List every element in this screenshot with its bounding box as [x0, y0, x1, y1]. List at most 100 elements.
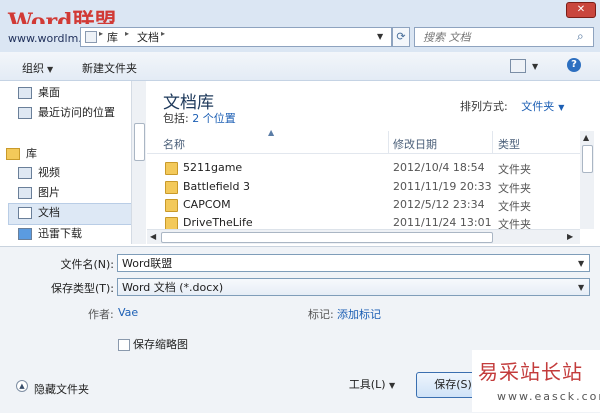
filetype-label: 保存类型(T):	[50, 282, 114, 295]
author-label: 作者:	[88, 308, 114, 321]
nav-item-recent[interactable]: 最近访问的位置	[18, 104, 115, 122]
search-box[interactable]: ⌕	[414, 27, 594, 47]
horizontal-scroll-thumb[interactable]	[161, 232, 493, 243]
view-options-icon[interactable]	[510, 59, 526, 73]
help-icon: ?	[571, 59, 577, 70]
video-icon	[18, 167, 32, 179]
scroll-right-icon[interactable]: ▶	[567, 232, 573, 241]
address-separator: ▸	[125, 29, 130, 38]
folder-icon	[165, 162, 178, 175]
scroll-left-icon[interactable]: ◀	[150, 232, 156, 241]
breadcrumb-documents[interactable]: 文档	[137, 29, 159, 45]
nav-label: 最近访问的位置	[38, 106, 115, 119]
file-date: 2011/11/24 13:01	[393, 216, 492, 229]
breadcrumb-library[interactable]: 库	[107, 29, 118, 45]
nav-item-libraries[interactable]: 库	[6, 145, 37, 163]
file-name: 5211game	[183, 161, 243, 174]
column-name[interactable]: 名称	[163, 136, 185, 152]
includes-label: 包括:	[163, 112, 189, 125]
nav-item-pictures[interactable]: 图片	[18, 184, 60, 202]
filename-field[interactable]: Word联盟 ▼	[117, 254, 590, 272]
address-separator: ▸	[161, 29, 166, 38]
new-folder-button[interactable]: 新建文件夹	[82, 60, 137, 76]
column-divider	[492, 131, 493, 153]
close-icon: ✕	[576, 4, 586, 15]
desktop-icon	[18, 87, 32, 99]
file-date: 2012/5/12 23:34	[393, 198, 485, 211]
close-button[interactable]: ✕	[566, 2, 596, 18]
folder-icon	[165, 181, 178, 194]
refresh-button[interactable]: ⟳	[392, 27, 410, 47]
filetype-select[interactable]: Word 文档 (*.docx) ▼	[117, 278, 590, 296]
file-row[interactable]: CAPCOM 2012/5/12 23:34 文件夹	[147, 197, 580, 214]
add-tags-link[interactable]: 添加标记	[337, 306, 381, 322]
filename-label: 文件名(N):	[60, 258, 114, 271]
file-name: CAPCOM	[183, 198, 231, 211]
organize-label: 组织	[22, 62, 44, 75]
column-divider	[388, 131, 389, 153]
chevron-down-icon: ▼	[389, 381, 396, 390]
documents-icon	[18, 207, 32, 219]
search-icon[interactable]: ⌕	[577, 29, 584, 44]
hide-folders-button[interactable]: 隐藏文件夹	[34, 381, 89, 397]
locations-link[interactable]: 2 个位置	[192, 112, 236, 125]
tools-button[interactable]: 工具(L) ▼	[340, 374, 404, 396]
column-date[interactable]: 修改日期	[393, 136, 437, 152]
nav-scrollbar[interactable]	[131, 81, 146, 244]
pictures-icon	[18, 187, 32, 199]
watermark-title: 易采站长站	[478, 360, 583, 384]
filename-value: Word联盟	[122, 257, 173, 270]
author-value[interactable]: Vae	[118, 306, 138, 319]
organize-button[interactable]: 组织 ▼	[22, 60, 53, 76]
file-date: 2012/10/4 18:54	[393, 161, 485, 174]
search-input[interactable]	[421, 28, 575, 46]
nav-item-desktop[interactable]: 桌面	[18, 84, 60, 102]
column-type[interactable]: 类型	[498, 136, 520, 152]
save-thumbnail-checkbox[interactable]	[118, 339, 130, 351]
nav-item-videos[interactable]: 视频	[18, 164, 60, 182]
filetype-value: Word 文档 (*.docx)	[122, 281, 224, 294]
file-row[interactable]: 5211game 2012/10/4 18:54 文件夹	[147, 160, 580, 177]
library-icon	[6, 148, 20, 160]
refresh-icon: ⟳	[396, 30, 406, 43]
file-date: 2011/11/19 20:33	[393, 180, 492, 193]
nav-label: 视频	[38, 166, 60, 179]
chevron-down-icon: ▼	[47, 65, 54, 74]
nav-label: 库	[26, 147, 37, 160]
nav-item-downloads[interactable]: 迅雷下载	[18, 225, 82, 243]
watermark-url: www.easck.com	[497, 390, 600, 403]
recent-places-icon	[18, 107, 32, 119]
arrange-dropdown[interactable]: 文件夹	[521, 100, 554, 113]
chevron-up-icon[interactable]: ▲	[16, 380, 28, 392]
chevron-down-icon[interactable]: ▼	[558, 103, 564, 112]
file-type: 文件夹	[498, 182, 531, 195]
save-thumbnail-label: 保存缩略图	[133, 338, 188, 351]
chevron-down-icon[interactable]: ▼	[578, 279, 584, 297]
address-dropdown-icon[interactable]: ▼	[377, 32, 383, 41]
nav-scroll-thumb[interactable]	[134, 123, 145, 161]
arrange-by: 排列方式: 文件夹 ▼	[460, 98, 564, 114]
arrange-label: 排列方式:	[460, 100, 508, 113]
file-type: 文件夹	[498, 200, 531, 213]
view-dropdown-icon[interactable]: ▼	[532, 62, 538, 71]
folder-icon	[165, 199, 178, 212]
address-separator: ▸	[99, 29, 104, 38]
vertical-scroll-thumb[interactable]	[582, 145, 593, 173]
file-list-horizontal-scrollbar[interactable]: ◀ ▶	[147, 229, 580, 244]
file-type: 文件夹	[498, 163, 531, 176]
chevron-down-icon[interactable]: ▼	[578, 255, 584, 273]
sort-ascending-icon: ▲	[268, 128, 275, 137]
nav-label: 迅雷下载	[38, 227, 82, 240]
nav-label: 文档	[38, 206, 60, 219]
nav-item-documents[interactable]: 文档	[18, 204, 60, 222]
folder-location-icon	[85, 31, 97, 43]
tags-label: 标记:	[308, 308, 334, 321]
file-row[interactable]: Battlefield 3 2011/11/19 20:33 文件夹	[147, 179, 580, 196]
nav-label: 图片	[38, 186, 60, 199]
file-list-vertical-scrollbar[interactable]: ▲	[580, 131, 594, 229]
help-button[interactable]: ?	[567, 58, 581, 72]
scroll-up-icon[interactable]: ▲	[583, 133, 589, 142]
file-name: DriveTheLife	[183, 216, 253, 229]
address-bar[interactable]: ▸ 库 ▸ 文档 ▸ ▼	[80, 27, 392, 47]
download-icon	[18, 228, 32, 240]
